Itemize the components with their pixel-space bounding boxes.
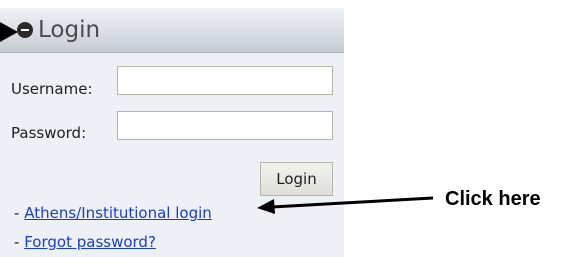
username-input[interactable] — [117, 66, 333, 95]
password-input[interactable] — [117, 111, 333, 140]
login-panel-header: Login — [0, 8, 344, 53]
collapse-icon[interactable] — [17, 22, 33, 38]
login-button[interactable]: Login — [260, 162, 333, 196]
athens-login-link[interactable]: Athens/Institutional login — [24, 204, 212, 222]
link-bullet: - — [14, 204, 20, 222]
link-bullet: - — [14, 233, 20, 251]
forgot-password-link[interactable]: Forgot password? — [24, 233, 156, 251]
panel-title: Login — [38, 17, 101, 43]
login-panel: Login Username: Password: Login - Athens… — [0, 8, 344, 257]
password-label: Password: — [11, 124, 87, 142]
link-item-forgot: - Forgot password? — [14, 232, 156, 252]
callout-label: Click here — [445, 188, 541, 210]
link-item-athens: - Athens/Institutional login — [14, 203, 212, 223]
username-label: Username: — [11, 80, 93, 98]
login-screen: Login Username: Password: Login - Athens… — [0, 0, 575, 257]
